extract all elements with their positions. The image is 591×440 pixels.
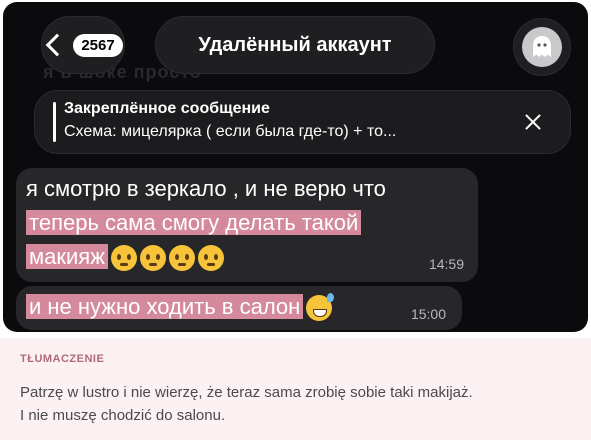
pinned-message-preview: Схема: мицелярка ( если была где-то) + т… — [64, 123, 397, 140]
highlighted-text: теперь сама смогу делать такой — [26, 210, 362, 235]
message-time: 14:59 — [428, 256, 464, 272]
pleading-face-icon — [197, 245, 224, 272]
back-button[interactable]: 2567 — [41, 16, 125, 74]
message-line-highlighted: и не нужно ходить в салон — [26, 292, 335, 322]
chat-title-pill[interactable]: Удалённый аккаунт — [155, 16, 435, 74]
pinned-message-title: Закреплённое сообщение — [64, 100, 270, 117]
message-line-highlighted: макияж — [26, 242, 224, 272]
message-line-highlighted: теперь сама смогу делать такой — [26, 208, 362, 238]
grinning-sweat-face-icon — [306, 293, 335, 322]
highlighted-text: и не нужно ходить в салон — [26, 294, 304, 319]
message-bubble[interactable]: и не нужно ходить в салон 15:00 — [16, 286, 462, 330]
avatar[interactable] — [513, 18, 571, 76]
highlighted-text: макияж — [26, 244, 108, 269]
chevron-left-icon — [45, 33, 69, 57]
message-line: я смотрю в зеркало , и не верю что — [26, 176, 386, 201]
pinned-message-banner[interactable]: Закреплённое сообщение Схема: мицелярка … — [34, 90, 571, 154]
message-time: 15:00 — [410, 306, 446, 322]
translation-label: TŁUMACZENIE — [20, 353, 105, 365]
unread-count-badge: 2567 — [73, 33, 123, 57]
pinned-indicator-bar — [53, 102, 56, 142]
message-bubble[interactable]: я смотрю в зеркало , и не верю что тепер… — [16, 168, 478, 282]
translation-line: Patrzę w lustro i nie wierzę, że teraz s… — [20, 384, 473, 401]
translation-line: I nie muszę chodzić do salonu. — [20, 407, 226, 424]
chat-screenshot: я в шоке просто 2567 Удалённый аккаунт З… — [3, 2, 588, 332]
close-icon[interactable] — [522, 111, 544, 133]
pleading-face-icon — [168, 245, 195, 272]
ghost-icon — [522, 27, 562, 67]
translation-panel: TŁUMACZENIE Patrzę w lustro i nie wierzę… — [0, 338, 591, 440]
pleading-face-icon — [110, 245, 137, 272]
pleading-face-icon — [139, 245, 166, 272]
chat-title: Удалённый аккаунт — [198, 33, 392, 56]
